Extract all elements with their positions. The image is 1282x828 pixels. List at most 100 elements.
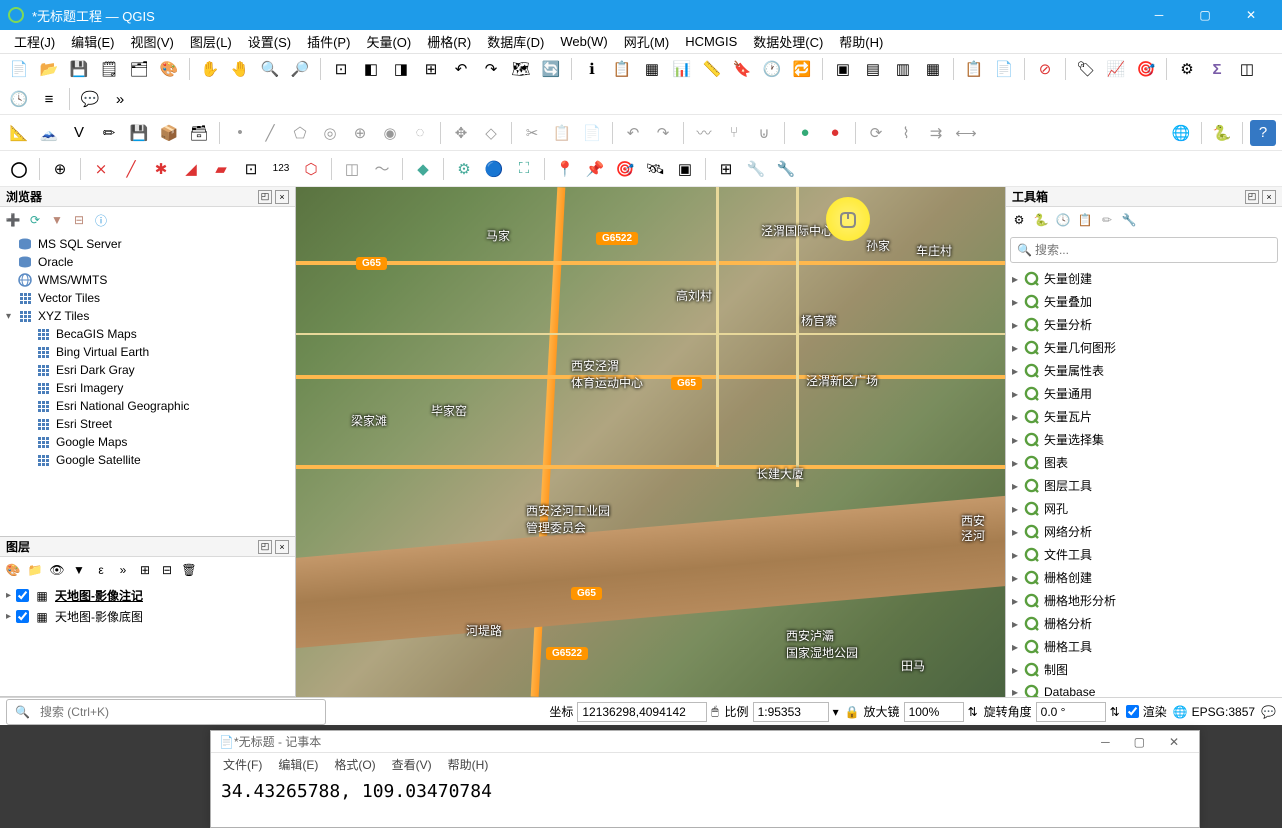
notepad-minimize-button[interactable]: ─ — [1089, 735, 1122, 749]
stop-tracking-icon[interactable]: ● — [822, 120, 848, 146]
more-button[interactable]: » — [107, 86, 133, 112]
add-part-button[interactable]: ⊕ — [347, 120, 373, 146]
deselect-button[interactable]: ▥ — [890, 56, 916, 82]
layer-add-group-icon[interactable]: 📁 — [26, 561, 44, 579]
browser-item[interactable]: WMS/WMTS — [2, 271, 293, 289]
bookmarks-button[interactable]: 🔖 — [729, 56, 755, 82]
toolbox-item[interactable]: ▸矢量属性表 — [1006, 359, 1282, 382]
toolbox-item[interactable]: ▸栅格分析 — [1006, 612, 1282, 635]
snap-vertex-button[interactable]: ⨯ — [88, 156, 114, 182]
merge-button[interactable]: ⊍ — [751, 120, 777, 146]
preview-button[interactable]: 🔵 — [481, 156, 507, 182]
browser-item-child[interactable]: Esri National Geographic — [2, 397, 293, 415]
wrench-button[interactable]: 🔧 — [773, 156, 799, 182]
menu-project[interactable]: 工程(J) — [6, 29, 63, 54]
decoration-button[interactable]: 🎯 — [1133, 56, 1159, 82]
collapse-browser-icon[interactable]: ⊟ — [70, 211, 88, 229]
gps-button[interactable]: 🎯 — [612, 156, 638, 182]
toolbox-undock-button[interactable]: ◰ — [1245, 190, 1259, 204]
toolbox-item[interactable]: ▸图层工具 — [1006, 474, 1282, 497]
identify-button[interactable]: ℹ — [579, 56, 605, 82]
new-geopackage-button[interactable]: 📦 — [156, 120, 182, 146]
new-shapefile-button[interactable]: V — [66, 120, 92, 146]
settings-icon[interactable]: ⚙ — [451, 156, 477, 182]
attributes-button[interactable]: ▦ — [639, 56, 665, 82]
edit-toggle-button[interactable]: ✏ — [96, 120, 122, 146]
browser-item-child[interactable]: Google Satellite — [2, 451, 293, 469]
zoom-next-button[interactable]: ↷ — [478, 56, 504, 82]
layer-style-icon[interactable]: 🎨 — [4, 561, 22, 579]
snap-segment-button[interactable]: ╱ — [118, 156, 144, 182]
add-point-button[interactable]: • — [227, 120, 253, 146]
python-button[interactable]: 🐍 — [1209, 120, 1235, 146]
notepad-menu-help[interactable]: 帮助(H) — [442, 754, 495, 775]
browser-item-child[interactable]: Esri Dark Gray — [2, 361, 293, 379]
copy-button[interactable]: 📋 — [961, 56, 987, 82]
offset-button[interactable]: ⇉ — [923, 120, 949, 146]
zoom-selection-button[interactable]: ◧ — [358, 56, 384, 82]
toolbox-item[interactable]: ▸栅格创建 — [1006, 566, 1282, 589]
copy-features-button[interactable]: 📋 — [549, 120, 575, 146]
notepad-close-button[interactable]: ✕ — [1157, 735, 1191, 749]
scale-input[interactable] — [753, 702, 829, 722]
menu-processing[interactable]: 数据处理(C) — [745, 29, 831, 54]
toolbox-item[interactable]: ▸网络分析 — [1006, 520, 1282, 543]
menu-web[interactable]: Web(W) — [552, 31, 615, 52]
rotation-input[interactable] — [1036, 702, 1106, 722]
sigma-button[interactable]: Σ — [1204, 56, 1230, 82]
simplify-button[interactable]: ⌇ — [893, 120, 919, 146]
fill-ring-button[interactable]: ◉ — [377, 120, 403, 146]
layer-visibility-icon[interactable]: 👁 — [48, 561, 66, 579]
menu-database[interactable]: 数据库(D) — [479, 29, 552, 54]
toolbox-item[interactable]: ▸图表 — [1006, 451, 1282, 474]
toolbox-item[interactable]: ▸网孔 — [1006, 497, 1282, 520]
new-map-view-button[interactable]: 🗺 — [508, 56, 534, 82]
pan-selection-button[interactable]: 🤚 — [227, 56, 253, 82]
coord-input[interactable] — [577, 702, 707, 722]
zoom-in-button[interactable]: 🔍 — [257, 56, 283, 82]
add-polygon-button[interactable]: ⬠ — [287, 120, 313, 146]
reshape-button[interactable]: 〰 — [691, 120, 717, 146]
zoom-full-button[interactable]: ⊡ — [328, 56, 354, 82]
menu-settings[interactable]: 设置(S) — [240, 29, 299, 54]
toolbox-python-icon[interactable]: 🐍 — [1032, 211, 1050, 229]
open-project-button[interactable]: 📂 — [36, 56, 62, 82]
pan-button[interactable]: ✋ — [197, 56, 223, 82]
no-action-icon[interactable]: ⊘ — [1032, 56, 1058, 82]
notepad-menu-format[interactable]: 格式(O) — [328, 754, 381, 775]
layers-tree[interactable]: ▸▦天地图-影像注记▸▦天地图-影像底图 — [0, 583, 295, 696]
browser-item-child[interactable]: Google Maps — [2, 433, 293, 451]
layer-collapse-icon[interactable]: ⊟ — [158, 561, 176, 579]
map-canvas[interactable]: 马家泾渭国际中心孙家车庄村高刘村杨官寨西安泾渭体育运动中心泾渭新区广场毕家窑梁家… — [296, 187, 1005, 697]
georef-button[interactable]: 📍 — [552, 156, 578, 182]
magnifier-input[interactable] — [904, 702, 964, 722]
vertex-tool-button[interactable]: ◇ — [478, 120, 504, 146]
measure-button[interactable]: 📏 — [699, 56, 725, 82]
zoom-last-button[interactable]: ↶ — [448, 56, 474, 82]
track-changes-icon[interactable]: ● — [792, 120, 818, 146]
browser-close-button[interactable]: × — [275, 190, 289, 204]
add-vector-button[interactable]: 📐 — [6, 120, 32, 146]
avoid-button[interactable]: ◫ — [339, 156, 365, 182]
add-ring-button[interactable]: ◎ — [317, 120, 343, 146]
snap-tolerance-button[interactable]: 123 — [268, 156, 294, 182]
layer-more1-icon[interactable]: » — [114, 561, 132, 579]
save-edits-button[interactable]: 💾 — [126, 120, 152, 146]
tools-button[interactable]: 🔧 — [743, 156, 769, 182]
layer-item[interactable]: ▸▦天地图-影像注记 — [2, 585, 293, 606]
refresh-browser-icon[interactable]: ⟳ — [26, 211, 44, 229]
stats-button[interactable]: 📊 — [669, 56, 695, 82]
toolbox-item[interactable]: ▸矢量分析 — [1006, 313, 1282, 336]
paste-features-button[interactable]: 📄 — [579, 120, 605, 146]
toolbox-search-input[interactable] — [1032, 240, 1271, 260]
pin-button[interactable]: 📌 — [582, 156, 608, 182]
toolbox-tree[interactable]: ▸矢量创建▸矢量叠加▸矢量分析▸矢量几何图形▸矢量属性表▸矢量通用▸矢量瓦片▸矢… — [1006, 267, 1282, 697]
layout-manager-button[interactable]: 🗂 — [126, 56, 152, 82]
browser-item[interactable]: Vector Tiles — [2, 289, 293, 307]
layers-undock-button[interactable]: ◰ — [258, 540, 272, 554]
toolbox-model-icon[interactable]: ⚙ — [1010, 211, 1028, 229]
maximize-button[interactable]: ▢ — [1182, 0, 1228, 30]
toolbox-options-icon[interactable]: 🔧 — [1120, 211, 1138, 229]
redo-button[interactable]: ↷ — [650, 120, 676, 146]
zoom-layer-button[interactable]: ◨ — [388, 56, 414, 82]
